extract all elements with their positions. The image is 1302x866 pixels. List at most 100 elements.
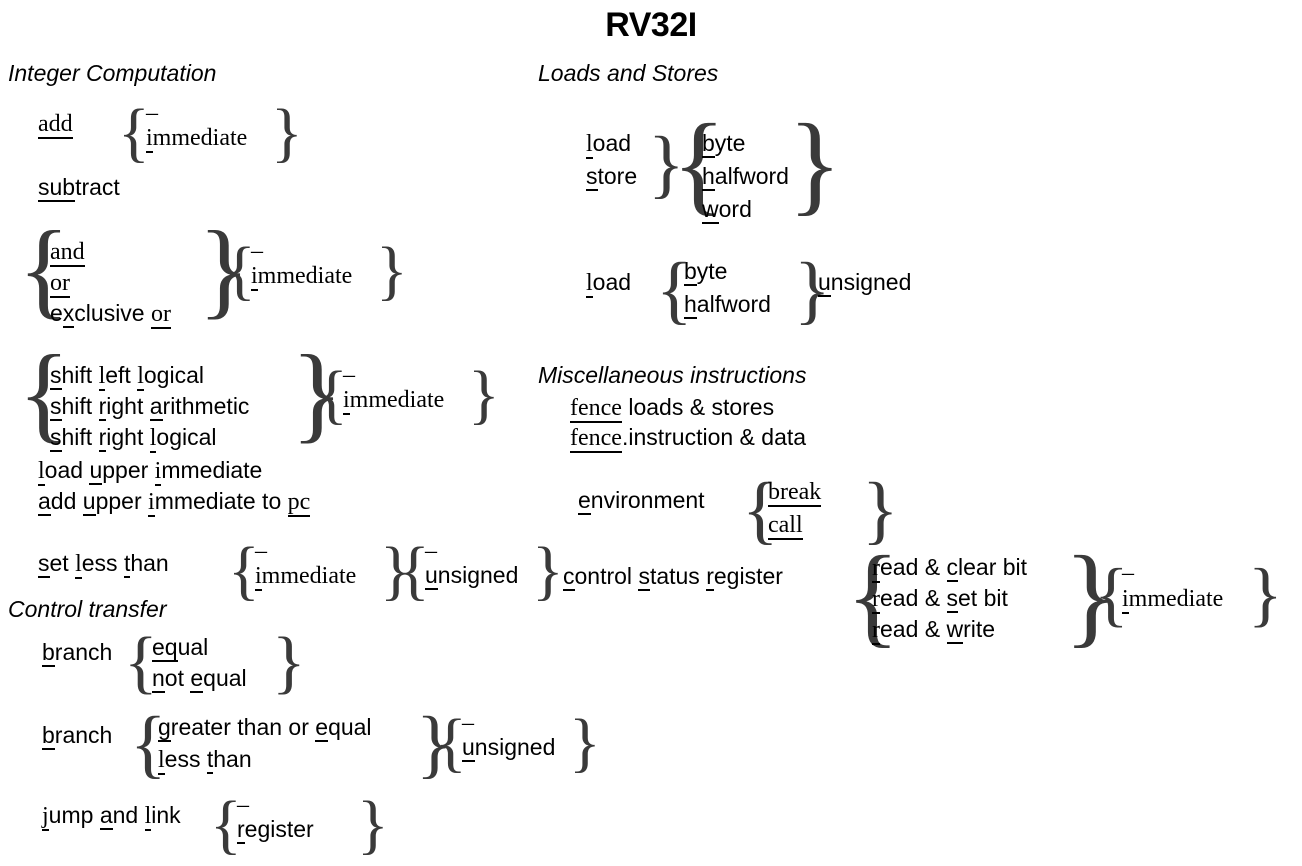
option-group-branch-eq: equal not equal (152, 632, 247, 694)
option-lhu-halfword: halfword (684, 291, 771, 319)
mnemonic-branch-cmp: branch (42, 722, 113, 750)
instruction-jal: jump and link (42, 800, 181, 831)
brace-close-width: } (788, 102, 842, 226)
option-slt-immediate: immediate (255, 563, 357, 591)
option-sra: shift right arithmetic (50, 393, 250, 421)
option-group-logic-immediate: – immediate (251, 239, 353, 291)
brace-close-environment: } (862, 468, 899, 552)
option-branch-plain: – (462, 710, 474, 736)
suffix-unsigned: unsigned (818, 267, 911, 297)
instruction-slt: set less than (38, 548, 169, 579)
instruction-fence-i: fence.instruction & data (570, 422, 806, 453)
option-shift-immediate: immediate (343, 387, 445, 415)
brace-close-branch-unsigned: } (569, 706, 601, 779)
option-group-shift: shift left logical shift right arithmeti… (50, 360, 249, 453)
brace-close-shift: } (291, 334, 343, 453)
option-sltu-unsigned: unsigned (425, 562, 519, 590)
instruction-auipc: add upper immediate to pc (38, 486, 311, 517)
option-or: or (50, 270, 70, 298)
option-logic-immediate: immediate (251, 263, 353, 291)
instruction-branch-eq: branch (42, 637, 112, 667)
mnemonic-auipc: add upper immediate to pc (38, 488, 311, 517)
option-shift-plain: – (343, 362, 355, 388)
instruction-fence-loads-stores: fence loads & stores (570, 392, 774, 423)
option-load: load (586, 130, 632, 159)
option-store: store (586, 163, 638, 191)
option-lbu-byte: byte (684, 258, 728, 286)
brace-close-branch-cmp: } (416, 702, 453, 786)
option-group-branch-cmp: greater than or equal less than (158, 712, 372, 776)
mnemonic-slt: set less than (38, 550, 169, 579)
mnemonic-subtract: subtract (38, 174, 120, 202)
option-beq: equal (152, 634, 209, 662)
mnemonic-load-unsigned: load (586, 269, 632, 298)
mnemonic-add: add (38, 111, 73, 139)
option-add-plain: – (146, 100, 158, 126)
option-byte: byte (702, 130, 746, 158)
option-bne: not equal (152, 665, 247, 693)
section-heading-integer-computation: Integer Computation (8, 60, 217, 86)
brace-close-add: } (271, 96, 303, 169)
brace-close-slt-unsigned: } (532, 534, 564, 607)
option-sltu-plain: – (425, 538, 437, 564)
option-group-width: byte halfword word (702, 128, 789, 227)
instruction-lui: load upper immediate (38, 455, 262, 486)
mnemonic-fence: fence (570, 395, 622, 423)
instruction-add: add (38, 108, 73, 139)
option-group-load-store: load store (586, 128, 637, 194)
option-group-csr: read & clear bit read & set bit read & w… (872, 552, 1027, 645)
mnemonic-branch-eq: branch (42, 639, 113, 667)
option-jalr-register: register (237, 816, 314, 844)
instruction-load-unsigned: load (586, 267, 631, 298)
brace-close-shift-immediate: } (468, 358, 500, 431)
mnemonic-lui: load upper immediate (38, 457, 263, 486)
option-blt: less than (158, 746, 252, 775)
option-logic-plain: – (251, 238, 263, 264)
option-group-slt-immediate: – immediate (255, 539, 357, 591)
option-csrrc: read & clear bit (872, 554, 1028, 583)
option-exclusive-or: exclusive or (50, 300, 171, 329)
fence-i-rest: .instruction & data (621, 424, 807, 450)
option-group-add-immediate: – immediate (146, 101, 248, 153)
brace-close-slt-immediate: } (380, 534, 412, 607)
option-group-branch-unsigned: – unsigned (462, 711, 555, 762)
mnemonic-fence-i: fence (570, 425, 622, 453)
section-heading-loads-and-stores: Loads and Stores (538, 60, 719, 86)
instruction-csr: control status register (563, 561, 783, 591)
option-bge: greater than or equal (158, 714, 372, 742)
option-group-environment: break call (768, 476, 822, 542)
mnemonic-csr: control status register (563, 563, 783, 591)
option-csr-immediate: immediate (1122, 586, 1224, 614)
instruction-environment: environment (578, 485, 705, 515)
option-group-jal: – register (237, 793, 314, 844)
mnemonic-jal: jump and link (42, 802, 181, 831)
option-slt-plain: – (255, 538, 267, 564)
option-sll: shift left logical (50, 362, 204, 391)
page-title: RV32I (605, 6, 697, 44)
instruction-branch-cmp: branch (42, 720, 112, 750)
option-group-csr-immediate: – immediate (1122, 561, 1224, 614)
option-ecall: call (768, 512, 803, 540)
option-group-shift-immediate: – immediate (343, 363, 445, 415)
option-csrrs: read & set bit (872, 585, 1008, 614)
option-group-slt-unsigned: – unsigned (425, 539, 519, 590)
option-group-load-unsigned: byte halfword (684, 256, 771, 322)
section-heading-miscellaneous: Miscellaneous instructions (538, 362, 807, 388)
option-csr-plain: – (1122, 560, 1134, 586)
option-ebreak: break (768, 479, 822, 507)
brace-close-logic: } (198, 210, 250, 329)
label-unsigned: unsigned (818, 269, 912, 297)
option-csrrw: read & write (872, 616, 996, 645)
option-srl: shift right logical (50, 424, 217, 453)
instruction-subtract: subtract (38, 172, 120, 202)
section-heading-control-transfer: Control transfer (8, 596, 167, 622)
brace-close-jal: } (357, 788, 389, 861)
brace-close-csr: } (1064, 534, 1118, 658)
mnemonic-environment: environment (578, 487, 705, 515)
option-and: and (50, 239, 85, 267)
option-word: word (702, 196, 752, 224)
option-jal-plain: – (237, 792, 249, 818)
option-add-immediate: immediate (146, 125, 248, 153)
brace-close-load-store: } (648, 122, 685, 206)
fence-ls-rest: loads & stores (621, 394, 775, 420)
